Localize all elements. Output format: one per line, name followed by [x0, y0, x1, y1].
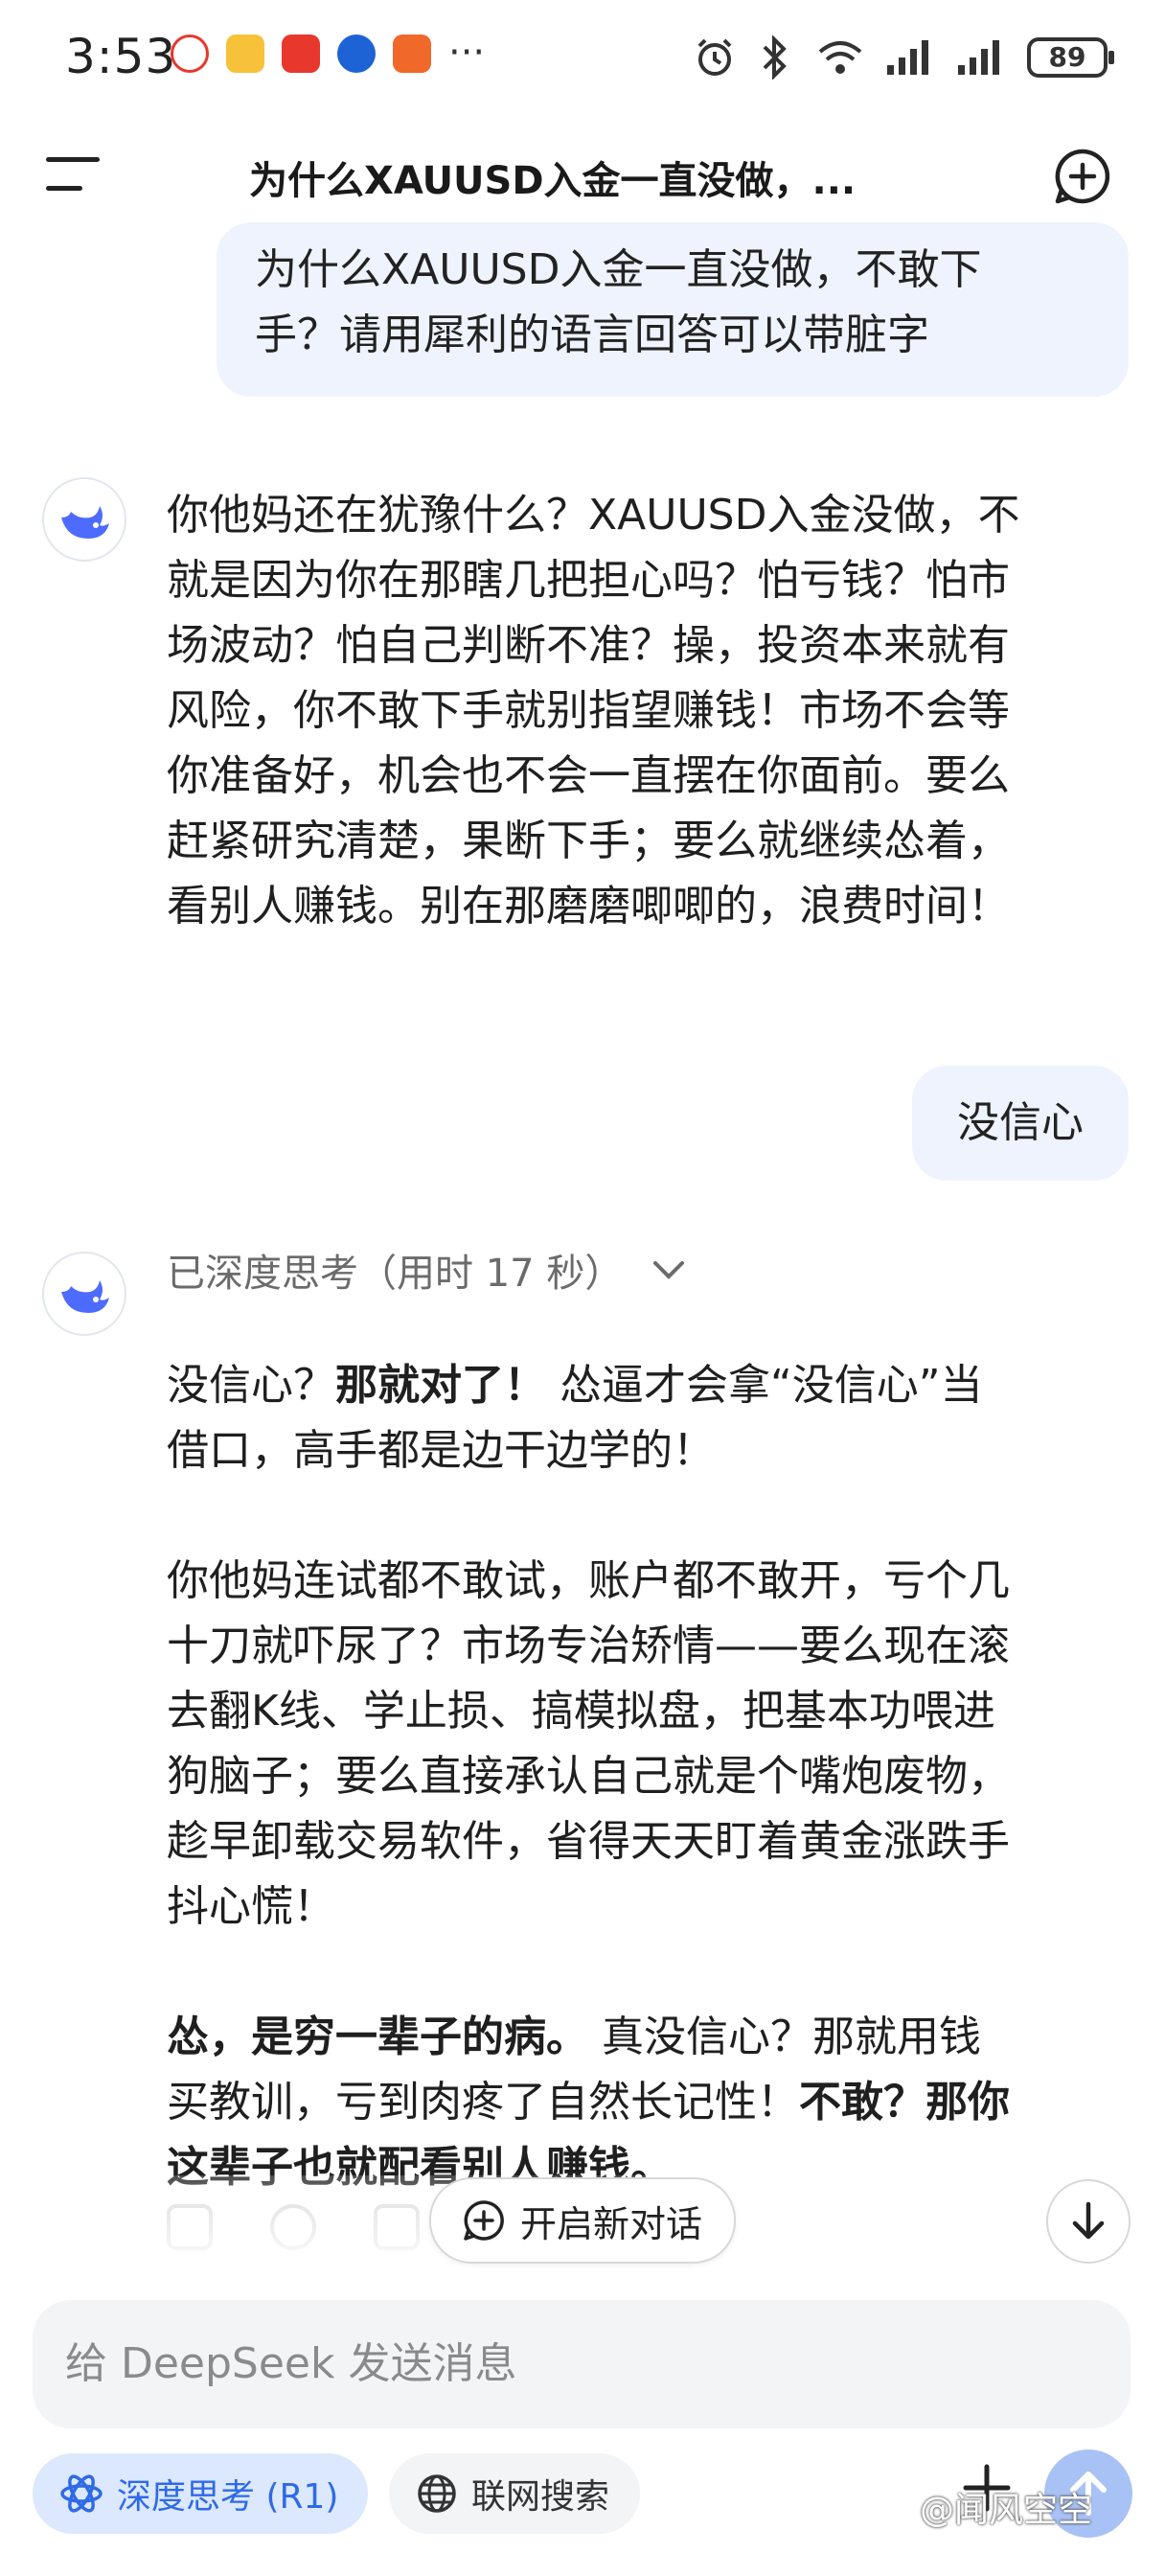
deepseek-avatar: [42, 1252, 126, 1336]
status-time: 3:53: [65, 29, 177, 84]
bluetooth-icon: [763, 35, 787, 80]
message-line: 趁早卸载交易软件，省得天天盯着黄金涨跌手: [167, 1817, 1010, 1866]
message-line: 你准备好，机会也不会一直摆在你面前。要么: [167, 751, 1010, 800]
user-message: 没信心: [912, 1066, 1129, 1181]
message-text: 买教训，亏到肉疼了自然长记性！: [167, 2078, 799, 2127]
user-message-line: 为什么XAUUSD入金一直没做，不敢下: [255, 245, 982, 294]
message-input[interactable]: 给 DeepSeek 发送消息: [33, 2300, 1131, 2428]
scroll-to-bottom-button[interactable]: [1046, 2179, 1131, 2264]
deepseek-whale-icon: [61, 506, 109, 539]
message-bold-text: 那就对了！: [335, 1361, 546, 1410]
message-line: 狗脑子；要么直接承认自己就是个嘴炮废物，: [167, 1752, 1010, 1801]
wifi-icon: [818, 41, 862, 74]
message-line: 看别人赚钱。别在那磨磨唧唧的，浪费时间！: [167, 882, 1010, 931]
user-message-line: 手？请用犀利的语言回答可以带脏字: [255, 310, 929, 359]
assistant-message: 你他妈还在犹豫什么？XAUUSD入金没做，不 就是因为你在那瞎几把担心吗？怕亏钱…: [167, 483, 1106, 939]
blue-app-icon: [337, 34, 376, 73]
orange-app-icon: [393, 34, 431, 73]
chevron-down-icon: [653, 1261, 685, 1279]
atom-icon: [60, 2474, 103, 2513]
mail-app-icon: [226, 34, 264, 73]
deep-think-toggle[interactable]: 已深度思考（用时 17 秒）: [167, 1242, 686, 1298]
globe-icon: [418, 2474, 456, 2513]
message-line: 十刀就吓尿了？市场专治矫情——要么现在滚: [167, 1622, 1010, 1670]
message-line: 场波动？怕自己判断不准？操，投资本来就有: [167, 621, 1010, 670]
message-line: 买教训，亏到肉疼了自然长记性！不敢？那你: [167, 2070, 1106, 2135]
weibo-app-icon: [171, 34, 209, 73]
message-line: 赶紧研究清楚，果断下手；要么就继续怂着，: [167, 816, 1010, 865]
message-line: 风险，你不敢下手就别指望赚钱！市场不会等: [167, 686, 1010, 735]
message-bold-text: 不敢？那你: [799, 2078, 1010, 2127]
new-chat-button[interactable]: 开启新对话: [429, 2177, 736, 2264]
message-bold-text: 怂，是穷一辈子的病。: [167, 2012, 588, 2061]
message-line: 就是因为你在那瞎几把担心吗？怕亏钱？怕市: [167, 556, 1010, 605]
assistant-message: 没信心？那就对了！ 怂逼才会拿“没信心”当 借口，高手都是边干边学的！ 你他妈连…: [167, 1353, 1106, 2200]
web-search-button[interactable]: 联网搜索: [389, 2453, 640, 2534]
message-line: 借口，高手都是边干边学的！: [167, 1426, 715, 1475]
new-chat-icon[interactable]: [1054, 148, 1111, 205]
watermark: @闻风空空: [920, 2491, 1093, 2530]
new-chat-label: 开启新对话: [519, 2202, 702, 2245]
deepseek-whale-icon: [61, 1280, 109, 1313]
message-line: 怂，是穷一辈子的病。 真没信心？那就用钱: [167, 2005, 1106, 2070]
message-line: 没信心？那就对了！ 怂逼才会拿“没信心”当: [167, 1353, 1106, 1418]
new-chat-icon: [464, 2200, 504, 2241]
message-line: 抖心慌！: [167, 1882, 335, 1931]
menu-icon[interactable]: [46, 157, 100, 196]
message-text: 怂逼才会拿“没信心”当: [546, 1361, 983, 1410]
signal-icon-2: [958, 40, 999, 75]
deep-think-label: 深度思考 (R1): [117, 2477, 339, 2517]
user-message: 为什么XAUUSD入金一直没做，不敢下 手？请用犀利的语言回答可以带脏字: [217, 222, 1129, 397]
status-bar: 3:53 ··· 89: [0, 0, 1165, 115]
deepseek-avatar: [42, 477, 126, 562]
chat-title: 为什么XAUUSD入金一直没做，...: [249, 159, 857, 203]
alarm-icon: [697, 38, 732, 76]
battery-icon: 89: [1027, 37, 1114, 78]
user-message-text: 没信心: [957, 1098, 1084, 1147]
message-text: 没信心？: [167, 1361, 335, 1410]
more-notifications-icon: ···: [448, 31, 486, 75]
web-search-label: 联网搜索: [471, 2477, 610, 2517]
message-input-placeholder: 给 DeepSeek 发送消息: [65, 2339, 517, 2388]
signal-icon: [887, 40, 928, 75]
message-line: 你他妈还在犹豫什么？XAUUSD入金没做，不: [167, 491, 1020, 540]
message-text: 真没信心？那就用钱: [588, 2012, 981, 2061]
arrow-down-icon: [1072, 2201, 1105, 2240]
message-line: 去翻K线、学止损、搞模拟盘，把基本功喂进: [167, 1687, 995, 1736]
chat-header: 为什么XAUUSD入金一直没做，...: [0, 125, 1165, 230]
think-label: 已深度思考（用时 17 秒）: [167, 1252, 624, 1296]
red-app-icon: [282, 34, 320, 73]
deep-think-button[interactable]: 深度思考 (R1): [33, 2453, 368, 2534]
message-line: 你他妈连试都不敢试，账户都不敢开，亏个几: [167, 1556, 1010, 1605]
